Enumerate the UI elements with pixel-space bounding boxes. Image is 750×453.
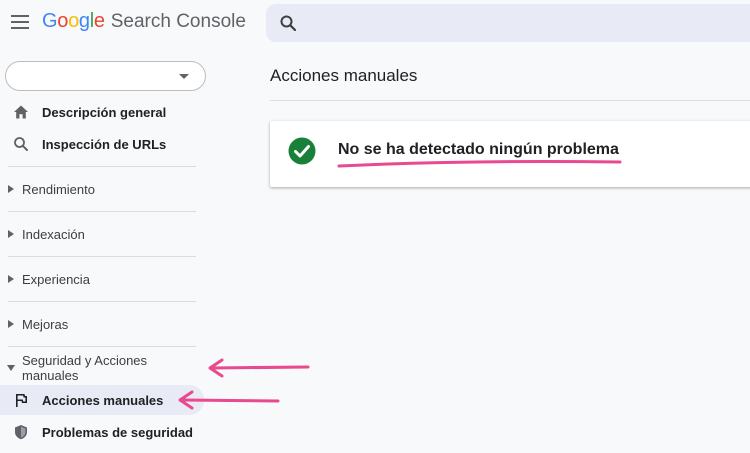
home-icon	[14, 105, 28, 119]
sidebar-item-url-inspection[interactable]: Inspección de URLs	[0, 129, 204, 159]
sidebar-item-security-issues[interactable]: Problemas de seguridad	[0, 417, 204, 447]
sidebar-item-label: Problemas de seguridad	[42, 424, 193, 440]
property-selector[interactable]	[5, 61, 206, 91]
sidebar-divider	[8, 301, 196, 302]
sidebar-item-label: Descripción general	[42, 104, 167, 120]
hamburger-menu-icon	[11, 15, 29, 29]
logo-letter: G	[42, 10, 58, 32]
main-menu-button[interactable]	[8, 10, 32, 34]
sidebar-divider	[8, 211, 196, 212]
annotation-arrow-section	[208, 358, 310, 378]
search-icon	[14, 137, 28, 151]
sidebar-item-label: Inspección de URLs	[42, 136, 167, 152]
google-wordmark: Google	[42, 10, 105, 33]
product-name: Search Console	[110, 11, 246, 32]
search-icon	[280, 15, 296, 31]
sidebar-item-manual-actions[interactable]: Acciones manuales	[0, 385, 204, 415]
logo-letter: o	[57, 10, 69, 32]
sidebar-divider	[8, 256, 196, 257]
main-divider	[270, 100, 750, 101]
sidebar-section-enhancements[interactable]: Mejoras	[0, 311, 196, 337]
search-input[interactable]	[308, 15, 750, 31]
status-message: No se ha detectado ningún problema	[338, 141, 619, 158]
sidebar-section-performance[interactable]: Rendimiento	[0, 176, 196, 202]
search-bar[interactable]	[266, 4, 750, 42]
section-label: Seguridad y Acciones manuales	[22, 353, 148, 383]
shield-icon	[15, 425, 27, 440]
sidebar-section-security-manual-actions[interactable]: Seguridad y Acciones manuales	[0, 353, 196, 383]
section-label: Rendimiento	[22, 181, 95, 197]
logo-letter: e	[93, 10, 105, 32]
status-card: No se ha detectado ningún problema	[270, 121, 750, 187]
page-title: Acciones manuales	[270, 66, 418, 85]
search-console-logo[interactable]: Google Search Console	[42, 10, 246, 38]
caret-right-icon	[8, 185, 14, 193]
section-label: Mejoras	[22, 316, 69, 332]
caret-down-icon	[7, 365, 15, 371]
dropdown-arrow-icon	[179, 73, 189, 79]
sidebar-item-overview[interactable]: Descripción general	[0, 97, 204, 127]
sidebar-divider	[8, 166, 196, 167]
sidebar-item-label: Acciones manuales	[42, 392, 164, 408]
section-label: Indexación	[22, 226, 85, 242]
caret-right-icon	[8, 320, 14, 328]
check-circle-icon	[288, 137, 316, 165]
sidebar-divider	[8, 346, 196, 347]
caret-right-icon	[8, 230, 14, 238]
sidebar-section-indexing[interactable]: Indexación	[0, 221, 196, 247]
flag-icon	[16, 394, 27, 407]
section-label: Experiencia	[22, 271, 90, 287]
caret-right-icon	[8, 275, 14, 283]
logo-letter: g	[78, 10, 90, 32]
sidebar-section-experience[interactable]: Experiencia	[0, 266, 196, 292]
logo-letter: o	[68, 10, 79, 32]
